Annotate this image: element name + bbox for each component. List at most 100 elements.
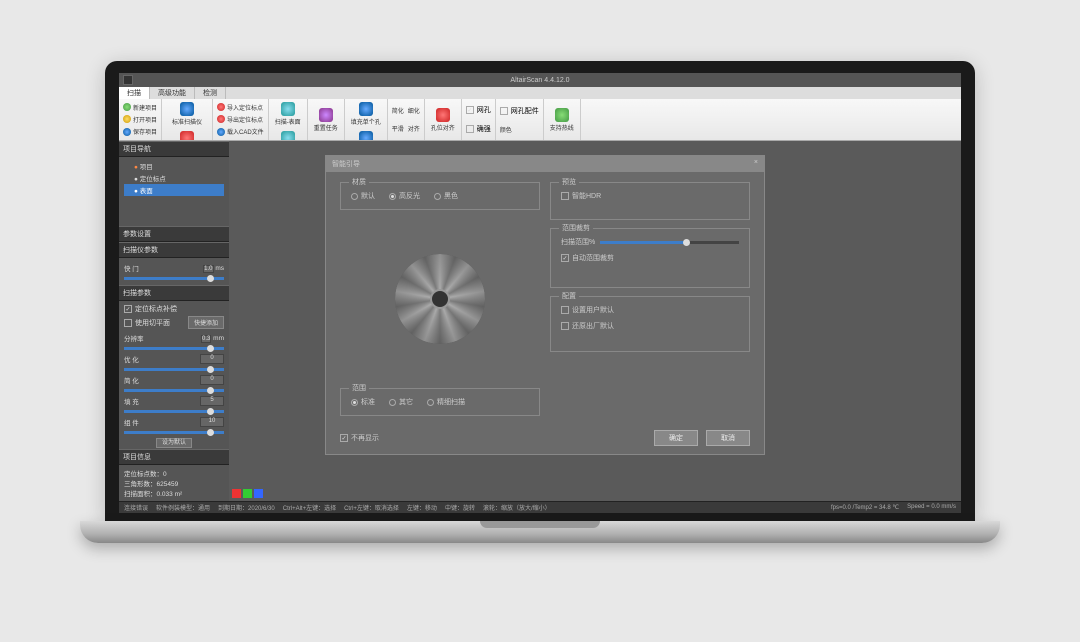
scanner-params: 快 门1.0 ms (119, 258, 229, 285)
color-button[interactable]: 颜色 (500, 125, 539, 134)
open-icon (123, 115, 131, 123)
axis-z-icon[interactable] (254, 489, 263, 498)
main-body: 项目导航 ● 项目 ● 定位标点 ● 表面 参数设置 扫描仪参数 快 门1.0 … (119, 141, 961, 501)
material-black-radio[interactable]: 黑色 (434, 191, 458, 201)
range-standard-radio[interactable]: 标准 (351, 397, 375, 407)
status-sw-type: 软件例装模型：通用 (156, 503, 210, 512)
export-markers-button[interactable]: 导出定位标点 (217, 115, 264, 124)
scan-surface-button[interactable]: 扫描-表面 (273, 101, 303, 127)
resolution-input[interactable]: 0.3 (201, 335, 211, 343)
mesh-checkbox[interactable]: 网孔 (466, 105, 491, 115)
resolution-slider[interactable] (124, 347, 224, 350)
tab-scan[interactable]: 扫描 (119, 87, 150, 99)
simplify-button[interactable]: 简化 (392, 106, 404, 115)
status-speed: Speed = 0.0 mm/s (907, 504, 956, 511)
ribbon-task-group: 重置任务 (308, 99, 345, 140)
status-bar: 连接错误 软件例装模型：通用 到期日期：2020/6/30 Ctrl+Alt+左… (119, 501, 961, 513)
new-icon (123, 103, 131, 111)
range-fine-radio[interactable]: 精细扫描 (427, 397, 465, 407)
scanner-icon (180, 102, 194, 116)
axis-x-icon[interactable] (232, 489, 241, 498)
enhance-checkbox[interactable]: 确强 (466, 124, 491, 134)
tree-project[interactable]: ● 项目 (124, 160, 224, 172)
info-header: 项目信息 (119, 449, 229, 465)
mesh-parts-checkbox[interactable]: 网孔配件 (500, 106, 539, 116)
screen-bezel: AltairScan 4.4.12.0 扫描 高级功能 检测 新建项目 打开项目… (105, 61, 975, 521)
tab-advanced[interactable]: 高级功能 (150, 87, 195, 99)
align-button[interactable]: 对齐 (408, 124, 420, 133)
tab-inspect[interactable]: 检测 (195, 87, 226, 99)
smooth-button[interactable]: 平滑 (392, 124, 404, 133)
save-project-button[interactable]: 保存项目 (123, 127, 157, 136)
status-hint1: Ctrl+Alt+左键：选择 (283, 503, 336, 512)
ribbon-edit-group: 填充单个孔 局部计转换 三维编辑 (345, 99, 388, 140)
auto-crop-checkbox[interactable]: 自动范围裁剪 (561, 253, 739, 263)
fill-hole-button[interactable]: 填充单个孔 (349, 101, 383, 127)
menu-tabs: 扫描 高级功能 检测 (119, 87, 961, 99)
open-project-button[interactable]: 打开项目 (123, 115, 157, 124)
component-slider[interactable] (124, 431, 224, 434)
config-section: 配置 设置用户默认 还原出厂默认 (550, 296, 750, 352)
3d-viewport[interactable]: 智能引导 × 材质 默认 高反光 黑色 (229, 141, 961, 501)
transform-checkbox[interactable]: 定位标点补偿 (124, 304, 224, 314)
refine-button[interactable]: 细化 (408, 106, 420, 115)
ribbon-support-group: 支持热线 (544, 99, 581, 140)
fill-slider[interactable] (124, 410, 224, 413)
restore-factory-checkbox[interactable]: 还原出厂默认 (561, 321, 739, 331)
standard-scanner-button[interactable]: 标准扫描仪 (166, 101, 208, 127)
tree-surface[interactable]: ● 表面 (124, 184, 224, 196)
material-reflective-radio[interactable]: 高反光 (389, 191, 420, 201)
local-transform-button[interactable]: 局部计转换 (349, 130, 383, 141)
ok-button[interactable]: 确定 (654, 430, 698, 446)
load-cad-button[interactable]: 载入CAD文件 (217, 127, 264, 136)
markers-icon (180, 131, 194, 141)
support-button[interactable]: 支持热线 (548, 107, 576, 133)
optimize-input[interactable]: 0 (200, 354, 224, 364)
import-markers-button[interactable]: 导入定位标点 (217, 103, 264, 112)
smart-guide-dialog: 智能引导 × 材质 默认 高反光 黑色 (325, 155, 765, 455)
shutter-slider[interactable] (124, 277, 224, 280)
material-section: 材质 默认 高反光 黑色 (340, 182, 540, 210)
project-tree: ● 项目 ● 定位标点 ● 表面 (119, 157, 229, 217)
shutter-input[interactable]: 1.0 (203, 265, 213, 273)
reset-task-button[interactable]: 重置任务 (312, 107, 340, 133)
set-user-default-checkbox[interactable]: 设置用户默认 (561, 305, 739, 315)
status-hint2: Ctrl+左键：取消选择 (344, 503, 399, 512)
import-icon (217, 103, 225, 111)
scan-range-slider[interactable] (600, 241, 739, 244)
dialog-titlebar: 智能引导 × (326, 156, 764, 172)
hdr-checkbox[interactable]: 智能HDR (561, 191, 739, 201)
title-bar: AltairScan 4.4.12.0 (119, 73, 961, 87)
dont-show-checkbox[interactable]: 不再显示 (340, 433, 379, 443)
viewport-corner-icons (232, 489, 263, 498)
scanner-params-header: 扫描仪参数 (119, 242, 229, 258)
use-plane-checkbox[interactable]: 使用切平面 (124, 318, 170, 328)
impeller-model-icon (395, 254, 485, 344)
marker-count: 定位标点数：0 (124, 468, 224, 478)
cancel-button[interactable]: 取消 (706, 430, 750, 446)
dialog-close-button[interactable]: × (754, 159, 758, 169)
save-icon (123, 128, 131, 136)
new-project-button[interactable]: 新建项目 (123, 103, 157, 112)
ribbon-holes-group: 孔位对齐 (425, 99, 462, 140)
preview-section: 预览 智能HDR (550, 182, 750, 220)
application-window: AltairScan 4.4.12.0 扫描 高级功能 检测 新建项目 打开项目… (119, 73, 961, 513)
axis-y-icon[interactable] (243, 489, 252, 498)
component-input[interactable]: 10 (200, 417, 224, 427)
hole-align-button[interactable]: 孔位对齐 (429, 107, 457, 133)
range-other-radio[interactable]: 其它 (389, 397, 413, 407)
optimize-slider[interactable] (124, 368, 224, 371)
app-logo-icon (123, 75, 133, 85)
set-default-button[interactable]: 设为默认 (156, 438, 192, 448)
quick-add-button[interactable]: 快捷添加 (188, 316, 224, 329)
cad-icon (217, 128, 225, 136)
scan-pointcloud-button[interactable]: 扫描-点云 (273, 130, 303, 141)
simplify-input[interactable]: 0 (200, 375, 224, 385)
laptop-base (80, 521, 1000, 543)
ribbon-view-group: 网孔 确强 (462, 99, 496, 140)
tree-markers[interactable]: ● 定位标点 (124, 172, 224, 184)
material-default-radio[interactable]: 默认 (351, 191, 375, 201)
fill-input[interactable]: 5 (200, 396, 224, 406)
simplify-slider[interactable] (124, 389, 224, 392)
scan-markers-button[interactable]: 扫描-定位标点 (166, 130, 208, 141)
